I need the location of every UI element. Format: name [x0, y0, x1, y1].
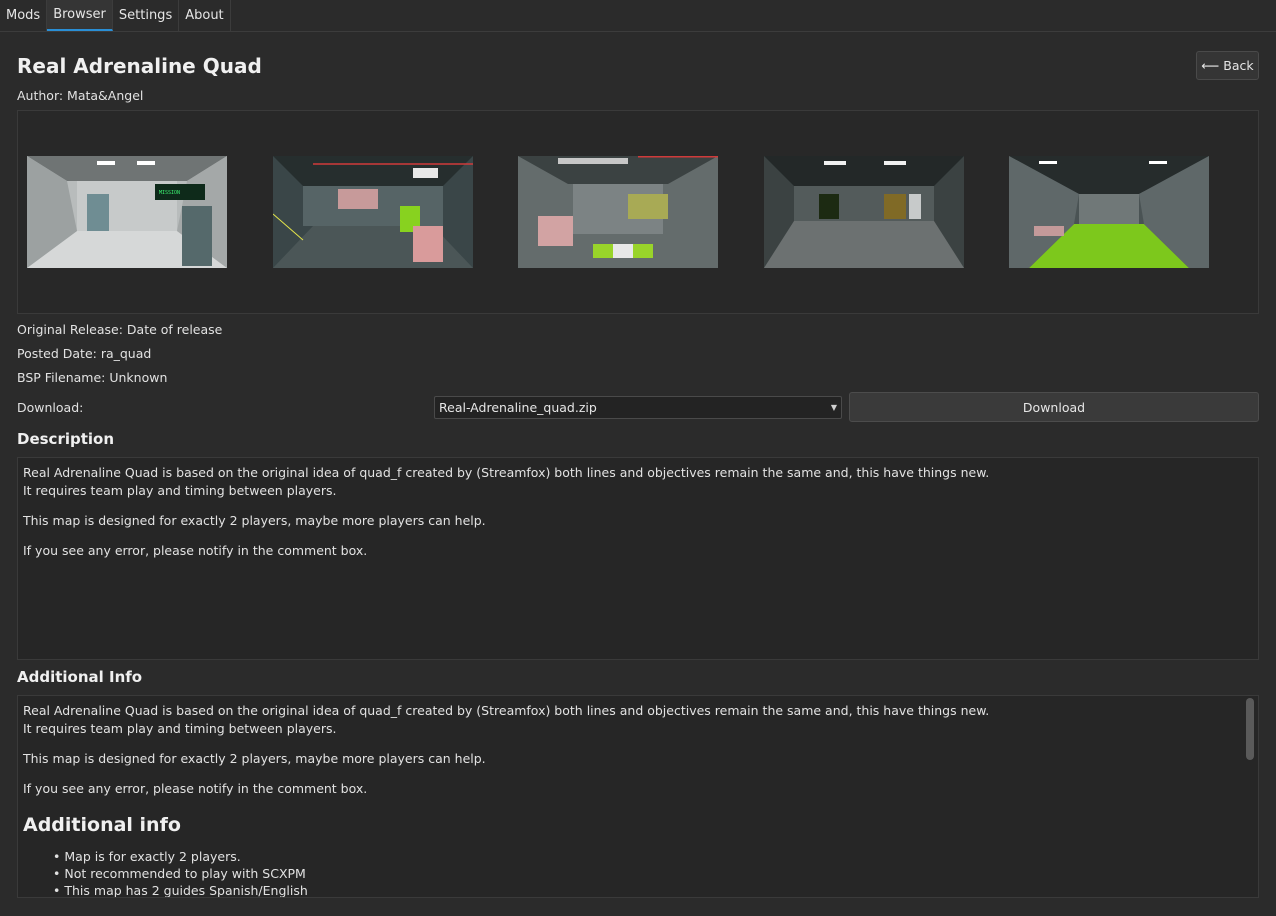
description-line: Real Adrenaline Quad is based on the ori…: [23, 465, 990, 480]
scrollbar-thumb[interactable]: [1246, 698, 1254, 760]
screenshot-thumbnail[interactable]: [273, 156, 473, 268]
additional-line: Real Adrenaline Quad is based on the ori…: [23, 703, 990, 718]
back-button-label: Back: [1223, 58, 1254, 73]
screenshot-thumbnail[interactable]: MISSION: [27, 156, 227, 268]
chevron-down-icon: ▼: [830, 403, 837, 412]
additional-info-text: Real Adrenaline Quad is based on the ori…: [17, 695, 1259, 898]
author-label: Author: Mata&Angel: [17, 88, 144, 103]
list-item: Map is for exactly 2 players.: [53, 848, 1253, 865]
additional-paragraph: This map is designed for exactly 2 playe…: [23, 751, 486, 766]
original-release-label: Original Release: Date of release: [17, 322, 223, 337]
screenshot-thumbnail[interactable]: [1009, 156, 1209, 268]
download-label: Download:: [17, 400, 84, 415]
additional-line: It requires team play and timing between…: [23, 721, 337, 736]
download-file-select-value: Real-Adrenaline_quad.zip: [439, 400, 597, 415]
page-title: Real Adrenaline Quad: [17, 54, 262, 78]
back-button[interactable]: ⟵ Back: [1196, 51, 1259, 80]
download-file-select[interactable]: Real-Adrenaline_quad.zip ▼: [434, 396, 842, 419]
list-item: This map has 2 guides Spanish/English: [53, 882, 1253, 897]
tab-settings[interactable]: Settings: [112, 0, 180, 31]
tab-about[interactable]: About: [179, 0, 231, 31]
bsp-filename-label: BSP Filename: Unknown: [17, 370, 168, 385]
description-paragraph: This map is designed for exactly 2 playe…: [23, 513, 486, 528]
description-paragraph: If you see any error, please notify in t…: [23, 543, 368, 558]
additional-subheading: Additional info: [23, 814, 181, 836]
description-text: Real Adrenaline Quad is based on the ori…: [17, 457, 1259, 660]
posted-date-label: Posted Date: ra_quad: [17, 346, 152, 361]
additional-paragraph: If you see any error, please notify in t…: [23, 781, 368, 796]
long-left-arrow-icon: ⟵: [1201, 58, 1220, 73]
screenshot-thumbnail[interactable]: [764, 156, 964, 268]
tab-mods[interactable]: Mods: [0, 0, 48, 31]
additional-info-heading: Additional Info: [17, 668, 143, 686]
screenshot-thumbnail[interactable]: [518, 156, 718, 268]
tab-bar: Mods Browser Settings About: [0, 0, 1276, 32]
list-item: Not recommended to play with SCXPM: [53, 865, 1253, 882]
description-heading: Description: [17, 430, 115, 448]
download-button[interactable]: Download: [849, 392, 1259, 422]
additional-bullet-list: Map is for exactly 2 players. Not recomm…: [23, 848, 1253, 897]
svg-text:MISSION: MISSION: [159, 190, 180, 196]
description-line: It requires team play and timing between…: [23, 483, 337, 498]
screenshot-gallery: MISSION: [17, 110, 1259, 314]
tab-browser[interactable]: Browser: [47, 0, 113, 31]
